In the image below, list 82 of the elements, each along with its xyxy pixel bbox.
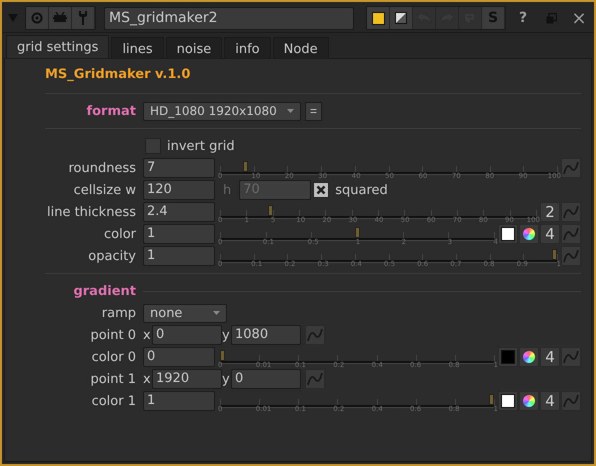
input-field[interactable]: 2.4 — [143, 202, 215, 222]
ramp-dropdown[interactable]: none — [143, 304, 227, 322]
input-field[interactable]: 0 — [152, 325, 222, 345]
field-label: format — [85, 104, 137, 118]
color-wheel-button[interactable] — [519, 391, 539, 411]
half-square-icon[interactable] — [390, 7, 413, 29]
node-name-field[interactable]: MS_gridmaker2 — [104, 6, 354, 30]
curve-button[interactable] — [561, 224, 581, 244]
field-label: line thickness — [46, 204, 137, 220]
equals-button[interactable]: = — [305, 102, 322, 120]
tab[interactable]: info — [224, 37, 271, 58]
color-swatch-button[interactable] — [498, 391, 518, 411]
field-label: point 1 — [89, 372, 137, 386]
curve-button[interactable] — [561, 246, 581, 266]
field-label: y — [222, 372, 230, 386]
tab[interactable]: Node — [272, 37, 329, 58]
slider-track[interactable] — [220, 163, 557, 174]
field-label: color — [102, 226, 137, 242]
slider-handle[interactable] — [552, 249, 557, 260]
slider-handle[interactable] — [220, 350, 225, 361]
channels-button[interactable]: 4 — [540, 347, 560, 367]
input-field[interactable]: 1080 — [231, 325, 301, 345]
tab[interactable]: grid settings — [6, 35, 110, 58]
channels-button[interactable]: 4 — [540, 224, 560, 244]
curve-button[interactable] — [305, 325, 325, 345]
curve-button[interactable] — [561, 202, 581, 222]
input-field[interactable]: 1920 — [152, 369, 222, 389]
color-swatch-button[interactable] — [498, 224, 518, 244]
slider-track[interactable] — [220, 251, 557, 262]
channels-button[interactable]: 2 — [540, 202, 560, 222]
curve-button[interactable] — [561, 391, 581, 411]
slider-handle[interactable] — [489, 394, 494, 405]
field-label: x — [143, 328, 151, 342]
color-button[interactable] — [367, 7, 390, 29]
slider-handle[interactable] — [268, 205, 274, 216]
section-label: gradient — [72, 284, 137, 298]
field-label: color 0 — [90, 350, 137, 364]
field-label: roundness — [67, 160, 137, 176]
help-button[interactable]: ? — [512, 7, 534, 29]
target-icon[interactable] — [26, 7, 50, 29]
field-label: point 0 — [89, 328, 137, 342]
caret-icon — [213, 311, 220, 315]
tab[interactable]: lines — [111, 37, 164, 58]
field-label: cellsize w — [72, 182, 137, 198]
input-field[interactable]: 0 — [143, 347, 215, 367]
input-field[interactable]: 1 — [143, 224, 215, 244]
slider-handle[interactable] — [243, 161, 248, 172]
field-label: x — [143, 372, 151, 386]
field-label: color 1 — [90, 394, 137, 408]
input-field[interactable]: 7 — [143, 158, 215, 178]
field-label: y — [222, 328, 230, 342]
caret-icon — [287, 109, 294, 113]
input-field[interactable]: 1 — [143, 391, 215, 411]
checkbox[interactable] — [313, 182, 330, 198]
field-label: opacity — [87, 248, 137, 264]
panel-heading: MS_Gridmaker v.1.0 — [45, 67, 192, 84]
field-label: h — [223, 182, 232, 198]
tab[interactable]: noise — [166, 37, 222, 58]
node-icon[interactable] — [49, 7, 72, 29]
channels-button[interactable]: 4 — [540, 391, 560, 411]
slider-handle[interactable] — [354, 227, 360, 238]
format-dropdown[interactable]: HD_1080 1920x1080 — [143, 102, 301, 120]
input-field[interactable]: 120 — [143, 180, 215, 200]
cross-icon — [316, 185, 326, 195]
slider-track[interactable] — [220, 229, 494, 240]
curve-button[interactable] — [561, 158, 581, 178]
checkbox-label: squared — [335, 182, 388, 198]
checkbox-label: invert grid — [167, 138, 235, 154]
curve-button[interactable] — [305, 369, 325, 389]
curve-button[interactable] — [561, 347, 581, 367]
close-button[interactable]: × — [568, 7, 590, 29]
color-wheel-button[interactable] — [519, 224, 539, 244]
color-swatch-button[interactable] — [498, 347, 518, 367]
slider-track[interactable] — [220, 396, 494, 407]
wrench-icon[interactable] — [72, 7, 96, 29]
checkbox[interactable] — [145, 138, 161, 154]
slider-track[interactable] — [220, 207, 536, 218]
input-field[interactable]: 0 — [231, 369, 301, 389]
slider-track[interactable] — [220, 352, 494, 363]
input-field[interactable]: 1 — [143, 246, 215, 266]
field-label: ramp — [100, 306, 137, 320]
color-wheel-button[interactable] — [519, 347, 539, 367]
